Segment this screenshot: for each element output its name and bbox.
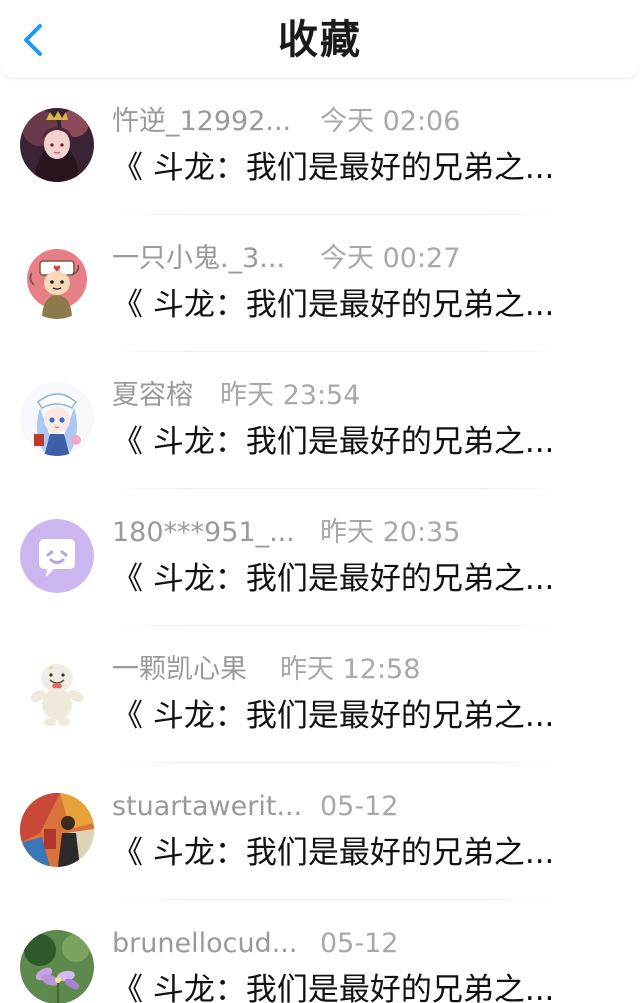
item-time: 今天 02:06 (320, 106, 461, 137)
item-title[interactable]: 《 斗龙：我们是最好的兄弟之... (112, 422, 612, 462)
avatar[interactable] (20, 382, 94, 456)
item-title[interactable]: 《 斗龙：我们是最好的兄弟之... (112, 970, 612, 1003)
favorites-screen: 收藏 忤逆_12992... 今天 02:06 《 斗龙：我们是最好的兄弟之..… (0, 0, 640, 1003)
item-author[interactable]: 夏容榕 (112, 378, 193, 414)
list-item[interactable]: brunellocud... 05-12 《 斗龙：我们是最好的兄弟之... (0, 900, 640, 1003)
item-title[interactable]: 《 斗龙：我们是最好的兄弟之... (112, 696, 612, 736)
header-bar: 收藏 (0, 0, 640, 79)
avatar[interactable] (20, 793, 94, 867)
item-title[interactable]: 《 斗龙：我们是最好的兄弟之... (112, 285, 612, 325)
item-meta: 一只小鬼._3... 今天 00:27 (112, 241, 460, 277)
item-author[interactable]: 一颗凯心果 (112, 652, 247, 688)
item-title[interactable]: 《 斗龙：我们是最好的兄弟之... (112, 833, 612, 873)
item-author[interactable]: brunellocud... (112, 926, 297, 962)
list-item[interactable]: 忤逆_12992... 今天 02:06 《 斗龙：我们是最好的兄弟之... (0, 78, 640, 215)
item-time: 昨天 20:35 (320, 517, 461, 548)
item-time: 05-12 (320, 791, 399, 822)
avatar[interactable] (20, 108, 94, 182)
item-meta: 180***951_... 昨天 20:35 (112, 515, 460, 551)
list-item[interactable]: 夏容榕 昨天 23:54 《 斗龙：我们是最好的兄弟之... (0, 352, 640, 489)
avatar[interactable] (20, 519, 94, 593)
item-time: 05-12 (320, 928, 399, 959)
item-title[interactable]: 《 斗龙：我们是最好的兄弟之... (112, 559, 612, 599)
avatar[interactable] (20, 656, 94, 730)
item-meta: brunellocud... 05-12 (112, 926, 398, 962)
item-author[interactable]: 忤逆_12992... (112, 104, 291, 140)
avatar[interactable]: ♥ (20, 245, 94, 319)
item-time: 今天 00:27 (320, 243, 461, 274)
item-meta: 夏容榕 昨天 23:54 (112, 378, 360, 414)
item-time: 昨天 12:58 (280, 654, 421, 685)
item-meta: 忤逆_12992... 今天 02:06 (112, 104, 460, 140)
list-item[interactable]: stuartawerit... 05-12 《 斗龙：我们是最好的兄弟之... (0, 763, 640, 900)
favorites-list: 忤逆_12992... 今天 02:06 《 斗龙：我们是最好的兄弟之... ♥ (0, 78, 640, 1003)
item-author[interactable]: stuartawerit... (112, 789, 302, 825)
list-item[interactable]: ♥ 一只小鬼._3... 今天 00:27 《 斗龙：我们是最好的兄弟之... (0, 215, 640, 352)
item-meta: stuartawerit... 05-12 (112, 789, 398, 825)
item-author[interactable]: 180***951_... (112, 515, 295, 551)
avatar[interactable] (20, 930, 94, 1003)
item-time: 昨天 23:54 (220, 380, 361, 411)
list-item[interactable]: 一颗凯心果 昨天 12:58 《 斗龙：我们是最好的兄弟之... (0, 626, 640, 763)
item-author[interactable]: 一只小鬼._3... (112, 241, 285, 277)
item-meta: 一颗凯心果 昨天 12:58 (112, 652, 420, 688)
list-item[interactable]: 180***951_... 昨天 20:35 《 斗龙：我们是最好的兄弟之... (0, 489, 640, 626)
page-title: 收藏 (278, 17, 362, 63)
item-title[interactable]: 《 斗龙：我们是最好的兄弟之... (112, 148, 612, 188)
